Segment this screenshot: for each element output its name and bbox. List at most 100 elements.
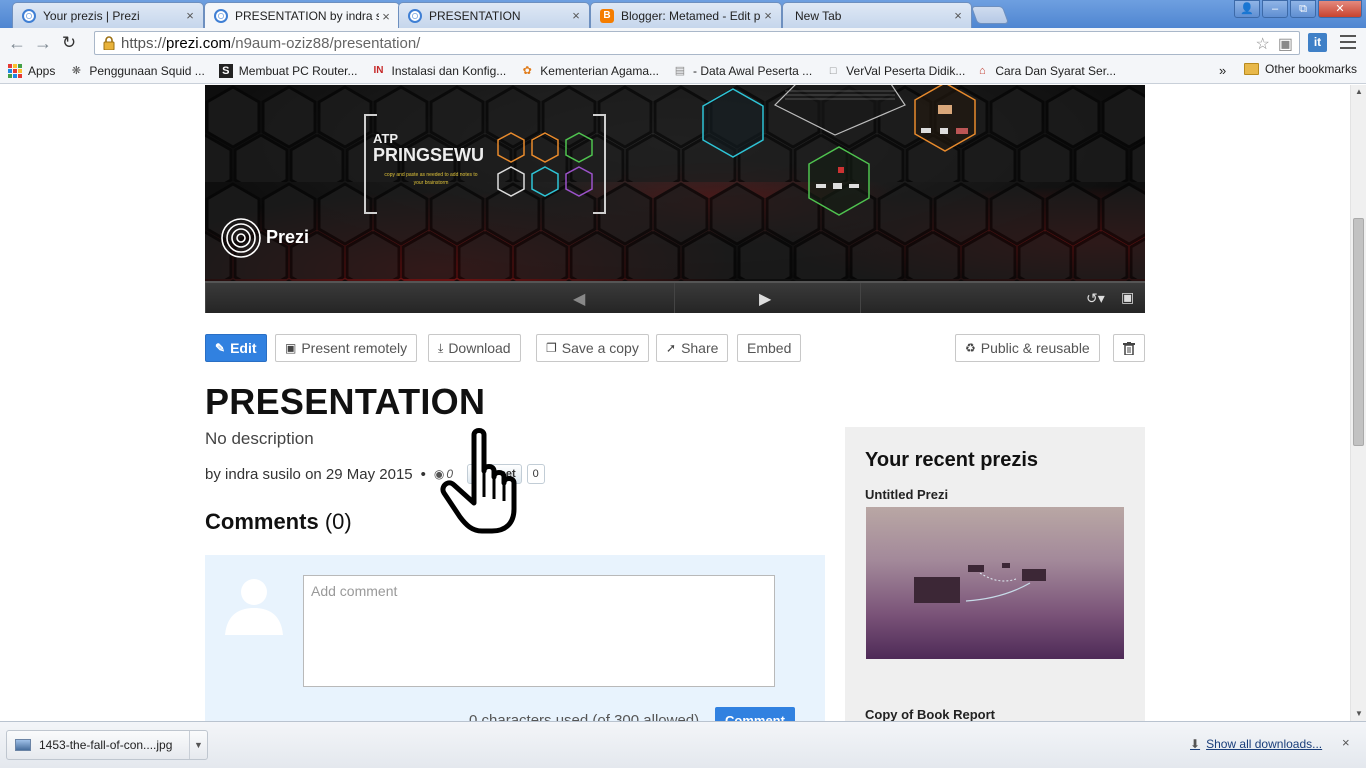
tab-title: PRESENTATION bbox=[429, 8, 521, 23]
scroll-down-arrow-icon[interactable]: ▼ bbox=[1355, 709, 1363, 718]
tab-presentation[interactable]: PRESENTATION × bbox=[398, 2, 590, 28]
recent-prezi-name[interactable]: Untitled Prezi bbox=[865, 487, 948, 502]
restore-icon[interactable]: ⧉ bbox=[1290, 0, 1316, 18]
house-icon: ⌂ bbox=[979, 64, 986, 77]
close-icon[interactable]: × bbox=[569, 8, 583, 23]
presentation-date: 29 May 2015 bbox=[325, 465, 413, 483]
tweet-count: 0 bbox=[526, 464, 545, 484]
bookmark-label: Membuat PC Router... bbox=[238, 63, 358, 78]
back-icon[interactable]: ← bbox=[4, 33, 30, 54]
author-link[interactable]: indra susilo bbox=[225, 466, 301, 483]
trash-icon bbox=[1123, 341, 1135, 355]
folder-icon bbox=[1244, 63, 1259, 75]
by-prefix: by bbox=[205, 465, 221, 483]
blogger-icon: B bbox=[599, 8, 615, 24]
tab-presentation-active[interactable]: PRESENTATION by indra s × bbox=[204, 2, 400, 29]
translate-icon[interactable]: ▣ bbox=[1278, 34, 1293, 54]
pencil-icon: ✎ bbox=[215, 341, 226, 355]
close-icon[interactable]: × bbox=[1342, 735, 1350, 750]
leaf-icon: ✿ bbox=[522, 65, 532, 77]
tab-title: PRESENTATION by indra s bbox=[235, 9, 379, 23]
tab-blogger[interactable]: B Blogger: Metamed - Edit p × bbox=[590, 2, 782, 28]
page-scrollbar[interactable]: ▲ ▼ bbox=[1350, 85, 1366, 721]
bookmark-cara-dan-syarat[interactable]: ⌂ Cara Dan Syarat Ser... bbox=[975, 64, 1116, 78]
bullet-separator: • bbox=[420, 465, 426, 483]
recent-prezi-name[interactable]: Copy of Book Report bbox=[865, 707, 995, 721]
twitter-bird-icon: ➤ bbox=[473, 468, 483, 481]
close-icon[interactable]: × bbox=[761, 8, 775, 23]
close-icon[interactable]: × bbox=[379, 9, 393, 24]
prezi-canvas[interactable]: ATP PRINGSEWU copy and paste as needed t… bbox=[205, 85, 1145, 281]
share-button[interactable]: ➚ Share bbox=[656, 334, 729, 362]
bookmark-data-awal[interactable]: ▤ - Data Awal Peserta ... bbox=[673, 64, 812, 78]
bookmark-verval[interactable]: □ VerVal Peserta Didik... bbox=[826, 64, 966, 78]
page-icon: □ bbox=[829, 64, 837, 77]
chrome-menu-icon[interactable] bbox=[1340, 35, 1356, 49]
bookmark-label: - Data Awal Peserta ... bbox=[693, 63, 813, 78]
minimize-icon[interactable]: – bbox=[1262, 0, 1288, 18]
view-count: 0 bbox=[446, 467, 454, 481]
comment-input[interactable] bbox=[303, 575, 775, 687]
bookmark-label: Kementerian Agama... bbox=[540, 63, 659, 78]
public-reusable-label: Public & reusable bbox=[980, 340, 1090, 356]
download-arrow-icon: ⬇ bbox=[1190, 737, 1201, 751]
download-label: Download bbox=[448, 340, 511, 356]
fullscreen-icon[interactable]: ▣ bbox=[1121, 289, 1134, 306]
lock-icon bbox=[101, 35, 117, 51]
extension-icon[interactable]: it bbox=[1308, 33, 1327, 52]
close-icon[interactable]: × bbox=[951, 8, 965, 23]
public-reusable-button[interactable]: ♻ Public & reusable bbox=[955, 334, 1100, 362]
bookmark-kementerian[interactable]: ✿ Kementerian Agama... bbox=[520, 64, 659, 78]
forward-icon[interactable]: → bbox=[30, 33, 56, 54]
present-remotely-button[interactable]: ▣ Present remotely bbox=[275, 334, 418, 362]
prezi-brand: Prezi bbox=[266, 227, 310, 247]
eye-icon: ◉ bbox=[433, 467, 445, 481]
bookmark-squid[interactable]: ❋ Penggunaan Squid ... bbox=[69, 63, 205, 78]
download-button[interactable]: ⤓ Download bbox=[428, 334, 521, 362]
comments-count: (0) bbox=[324, 509, 352, 534]
scrollbar-thumb[interactable] bbox=[1353, 218, 1364, 446]
tab-new-tab[interactable]: New Tab × bbox=[782, 2, 972, 28]
comment-submit-button[interactable]: Comment bbox=[715, 707, 795, 721]
download-item[interactable]: 1453-the-fall-of-con....jpg ▼ bbox=[6, 730, 208, 760]
other-bookmarks[interactable]: Other bookmarks bbox=[1244, 62, 1357, 76]
bookmarks-overflow-chevron[interactable]: » bbox=[1219, 63, 1226, 78]
recycle-icon: ♻ bbox=[965, 341, 976, 355]
reload-icon[interactable]: ↻ bbox=[56, 33, 82, 53]
prezi-player[interactable]: ATP PRINGSEWU copy and paste as needed t… bbox=[205, 85, 1145, 313]
star-icon[interactable]: ☆ bbox=[1256, 34, 1270, 54]
bookmark-label: Penggunaan Squid ... bbox=[89, 63, 205, 78]
download-shelf: 1453-the-fall-of-con....jpg ▼ ⬇ Show all … bbox=[0, 721, 1366, 768]
save-copy-button[interactable]: ❐ Save a copy bbox=[536, 334, 649, 362]
show-all-downloads-link[interactable]: ⬇ Show all downloads... bbox=[1190, 737, 1322, 751]
byline: by indra susilo on 29 May 2015 • ◉ 0 ➤ Twe… bbox=[205, 464, 545, 484]
s-logo-icon: S bbox=[218, 63, 233, 78]
recent-prezi-thumbnail[interactable] bbox=[866, 507, 1124, 659]
profile-icon[interactable]: 👤 bbox=[1234, 0, 1260, 18]
embed-button[interactable]: Embed bbox=[737, 334, 802, 362]
delete-button[interactable] bbox=[1113, 334, 1145, 362]
autoplay-icon[interactable]: ↺▾ bbox=[1086, 290, 1105, 307]
doc-icon: ▤ bbox=[674, 65, 686, 77]
window-controls: 👤 – ⧉ ✕ bbox=[1232, 0, 1362, 18]
chevron-down-icon[interactable]: ▼ bbox=[189, 731, 207, 759]
previous-arrow-icon[interactable]: ◀ bbox=[573, 289, 585, 309]
slide-hint: copy and paste as needed to add notes to… bbox=[384, 172, 478, 186]
player-controls: ◀ ▶ ↺▾ ▣ bbox=[205, 281, 1145, 313]
close-icon[interactable]: × bbox=[183, 8, 197, 23]
bookmark-label: Cara Dan Syarat Ser... bbox=[995, 63, 1117, 78]
bookmark-instalasi[interactable]: IN Instalasi dan Konfig... bbox=[372, 64, 507, 78]
bookmark-pc-router[interactable]: S Membuat PC Router... bbox=[218, 63, 358, 78]
image-file-icon bbox=[15, 739, 31, 751]
present-remotely-label: Present remotely bbox=[301, 340, 408, 356]
window-close-icon[interactable]: ✕ bbox=[1318, 0, 1362, 18]
bookmark-apps[interactable]: Apps bbox=[8, 63, 55, 78]
edit-button[interactable]: ✎ Edit bbox=[205, 334, 267, 362]
show-all-label: Show all downloads... bbox=[1206, 737, 1323, 751]
tweet-button[interactable]: ➤ Tweet bbox=[467, 464, 522, 484]
next-arrow-icon[interactable]: ▶ bbox=[759, 289, 771, 309]
address-bar[interactable]: https://prezi.com/n9aum-oziz88/presentat… bbox=[94, 31, 1300, 55]
tab-your-prezis[interactable]: Your prezis | Prezi × bbox=[12, 2, 204, 28]
new-tab-button[interactable] bbox=[970, 6, 1010, 24]
scroll-up-arrow-icon[interactable]: ▲ bbox=[1355, 87, 1363, 96]
